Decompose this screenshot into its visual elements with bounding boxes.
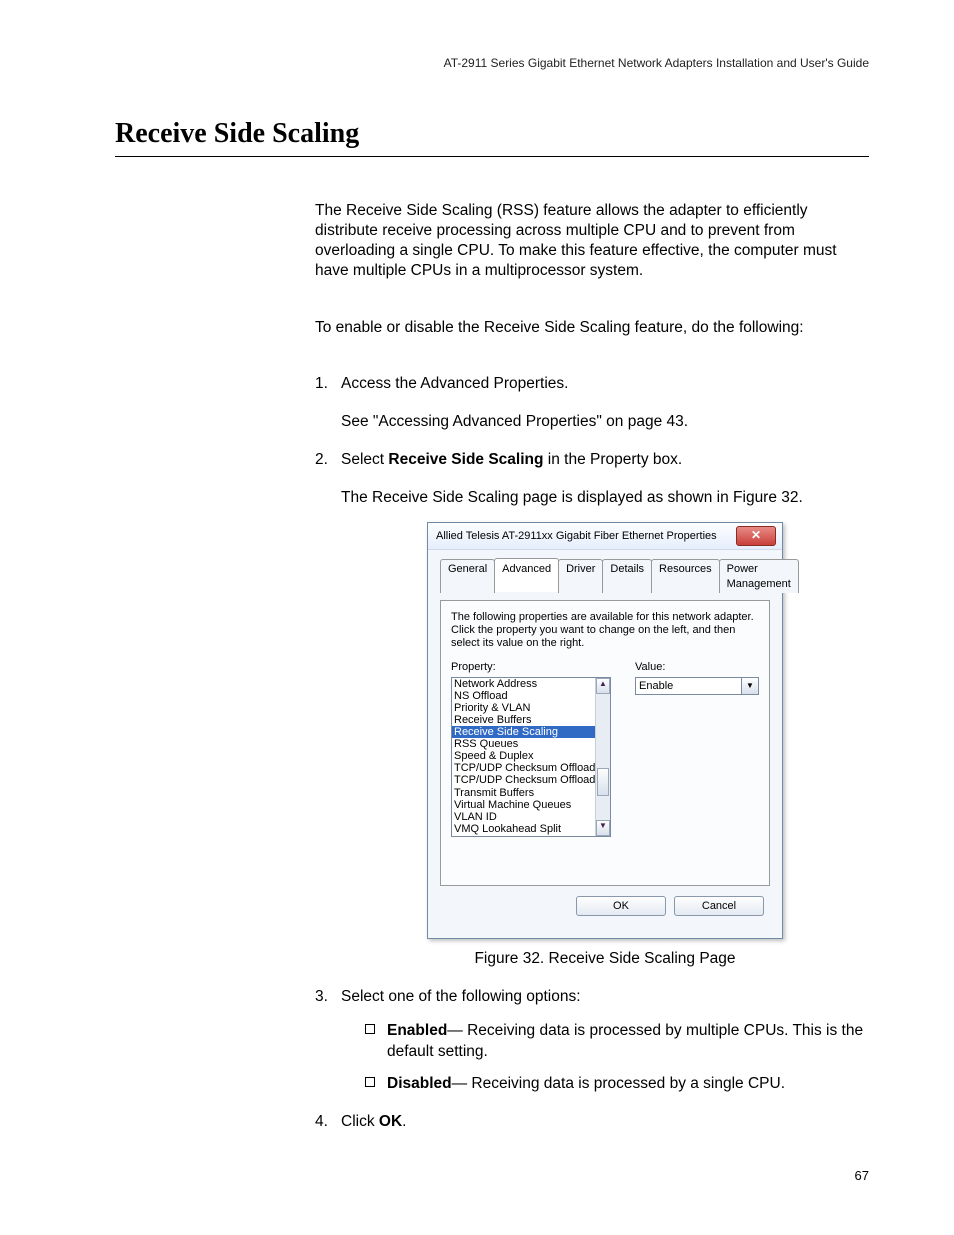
panel-description: The following properties are available f…	[451, 611, 759, 651]
tab-resources[interactable]: Resources	[651, 559, 720, 593]
scroll-thumb[interactable]	[597, 768, 609, 796]
close-icon: ✕	[751, 528, 761, 544]
step-2-text: Select Receive Side Scaling in the Prope…	[341, 451, 682, 468]
dialog-title: Allied Telesis AT-2911xx Gigabit Fiber E…	[436, 529, 736, 543]
bullet-box-icon	[365, 1077, 375, 1087]
lead-paragraph: To enable or disable the Receive Side Sc…	[315, 318, 869, 338]
step-2-number: 2.	[315, 450, 341, 470]
chevron-down-icon: ▼	[746, 681, 754, 691]
tab-power-management[interactable]: Power Management	[719, 559, 799, 593]
property-item[interactable]: VLAN ID	[452, 811, 596, 823]
tab-advanced[interactable]: Advanced	[494, 558, 559, 592]
property-item[interactable]: NS Offload	[452, 690, 596, 702]
step-4: 4.Click OK.	[315, 1112, 869, 1132]
step-4-number: 4.	[315, 1112, 341, 1132]
option-enabled: Enabled— Receiving data is processed by …	[365, 1021, 869, 1061]
property-item[interactable]: Receive Side Scaling	[452, 726, 596, 738]
property-item[interactable]: TCP/UDP Checksum Offload (IPv6	[452, 774, 596, 786]
property-label: Property:	[451, 660, 611, 674]
scroll-down-button[interactable]: ▼	[596, 820, 610, 836]
property-item[interactable]: Priority & VLAN	[452, 702, 596, 714]
step-1-sub: See "Accessing Advanced Properties" on p…	[341, 412, 869, 432]
intro-paragraph: The Receive Side Scaling (RSS) feature a…	[315, 201, 869, 282]
property-item[interactable]: Receive Buffers	[452, 714, 596, 726]
tab-details[interactable]: Details	[602, 559, 652, 593]
step-1: 1.Access the Advanced Properties. See "A…	[315, 374, 869, 432]
dialog-titlebar[interactable]: Allied Telesis AT-2911xx Gigabit Fiber E…	[428, 523, 782, 550]
property-item[interactable]: VMQ VLAN Filtering	[452, 835, 596, 837]
tab-driver[interactable]: Driver	[558, 559, 603, 593]
steps-list: 1.Access the Advanced Properties. See "A…	[315, 374, 869, 1132]
step-4-text: Click OK.	[341, 1113, 406, 1130]
bullet-box-icon	[365, 1024, 375, 1034]
step-2: 2.Select Receive Side Scaling in the Pro…	[315, 450, 869, 969]
running-header: AT-2911 Series Gigabit Ethernet Network …	[115, 56, 869, 70]
step-1-number: 1.	[315, 374, 341, 394]
property-listbox[interactable]: Network AddressNS OffloadPriority & VLAN…	[451, 677, 611, 837]
property-item[interactable]: Transmit Buffers	[452, 787, 596, 799]
close-button[interactable]: ✕	[736, 526, 776, 546]
property-item[interactable]: RSS Queues	[452, 738, 596, 750]
dialog-screenshot: Allied Telesis AT-2911xx Gigabit Fiber E…	[341, 522, 869, 939]
tab-strip: General Advanced Driver Details Resource…	[440, 558, 770, 592]
scroll-up-button[interactable]: ▲	[596, 678, 610, 694]
ok-button[interactable]: OK	[576, 896, 666, 916]
property-item[interactable]: Speed & Duplex	[452, 750, 596, 762]
body-column: The Receive Side Scaling (RSS) feature a…	[315, 201, 869, 1132]
property-item[interactable]: VMQ Lookahead Split	[452, 823, 596, 835]
properties-dialog: Allied Telesis AT-2911xx Gigabit Fiber E…	[427, 522, 783, 939]
section-title: Receive Side Scaling	[115, 118, 869, 157]
options-list: Enabled— Receiving data is processed by …	[365, 1021, 869, 1093]
option-disabled: Disabled— Receiving data is processed by…	[365, 1074, 869, 1094]
property-item[interactable]: TCP/UDP Checksum Offload (IPv4	[452, 762, 596, 774]
value-combobox[interactable]: Enable ▼	[635, 677, 759, 695]
figure-caption: Figure 32. Receive Side Scaling Page	[341, 949, 869, 969]
property-item[interactable]: Virtual Machine Queues	[452, 799, 596, 811]
listbox-scrollbar[interactable]: ▲ ▼	[595, 678, 610, 836]
combobox-button[interactable]: ▼	[741, 677, 759, 695]
cancel-button[interactable]: Cancel	[674, 896, 764, 916]
step-3-number: 3.	[315, 987, 341, 1007]
step-2-sub: The Receive Side Scaling page is display…	[341, 488, 869, 508]
value-label: Value:	[635, 660, 759, 674]
page-number: 67	[855, 1168, 869, 1183]
step-3: 3.Select one of the following options: E…	[315, 987, 869, 1094]
property-item[interactable]: Network Address	[452, 678, 596, 690]
step-1-text: Access the Advanced Properties.	[341, 375, 568, 392]
tab-general[interactable]: General	[440, 559, 495, 593]
tab-panel-advanced: The following properties are available f…	[440, 600, 770, 886]
step-3-text: Select one of the following options:	[341, 988, 581, 1005]
value-input[interactable]: Enable	[635, 677, 741, 695]
